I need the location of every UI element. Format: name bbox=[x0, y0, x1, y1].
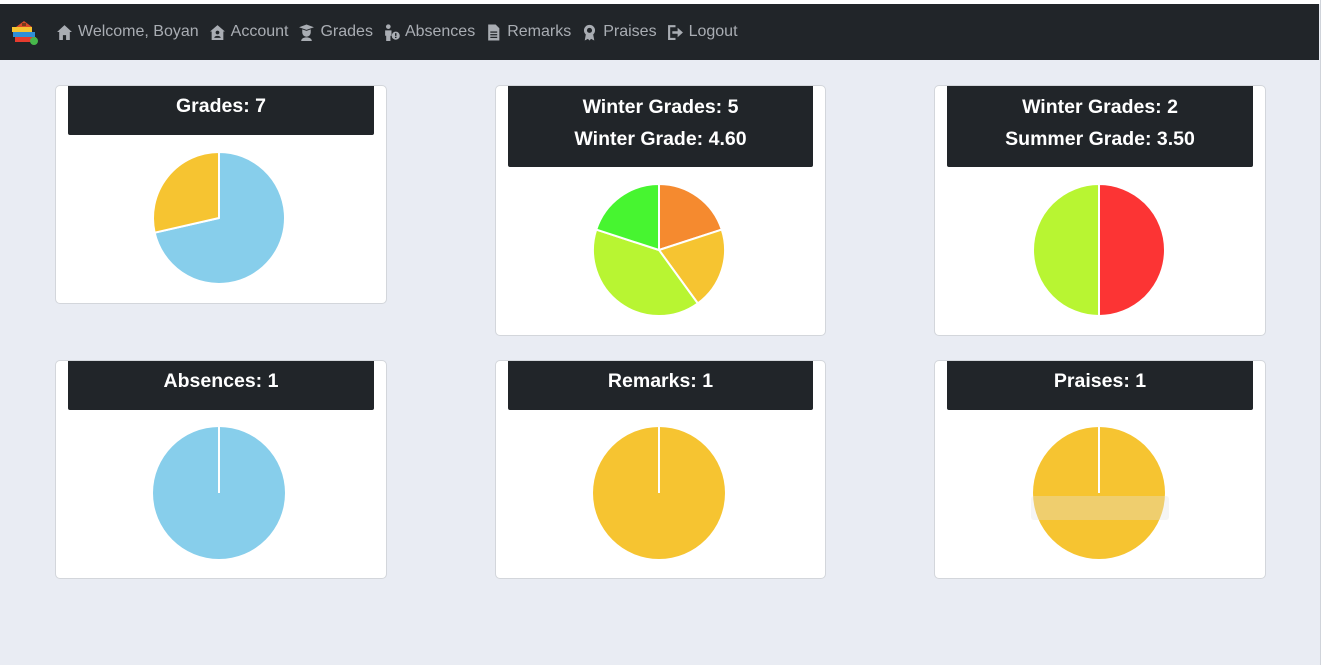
nav-welcome-label: Welcome, Boyan bbox=[78, 23, 199, 40]
pie-slice[interactable] bbox=[1098, 183, 1166, 317]
account-house-icon bbox=[209, 24, 225, 40]
pie-slice[interactable] bbox=[593, 427, 725, 559]
nav-praises[interactable]: Praises bbox=[581, 23, 657, 41]
window-scrollbar[interactable] bbox=[1320, 0, 1328, 665]
absences-count: Absences: 1 bbox=[163, 370, 279, 392]
school-books-logo-icon[interactable] bbox=[10, 17, 40, 47]
nav-welcome[interactable]: Welcome, Boyan bbox=[56, 23, 199, 41]
nav-praises-label: Praises bbox=[603, 23, 657, 40]
person-question-icon bbox=[385, 23, 400, 41]
chart-tooltip bbox=[1031, 496, 1169, 520]
summer-winter-grades-count: Winter Grades: 2 bbox=[1022, 96, 1178, 118]
nav-remarks-label: Remarks bbox=[507, 23, 572, 40]
remarks-count: Remarks: 1 bbox=[607, 370, 714, 392]
top-navbar: Welcome, Boyan Account Grades Absences R… bbox=[0, 4, 1319, 60]
grades-pie-chart[interactable] bbox=[151, 150, 287, 286]
nav-absences-label: Absences bbox=[404, 23, 476, 40]
grades-count: Grades: 7 bbox=[176, 95, 266, 117]
nav-grades[interactable]: Grades bbox=[298, 23, 373, 41]
winter-grades-count: Winter Grades: 5 bbox=[582, 96, 739, 118]
summer-grade-average: Summer Grade: 3.50 bbox=[1005, 128, 1195, 150]
grades-card-header: Grades: 7 bbox=[68, 86, 374, 135]
nav-remarks[interactable]: Remarks bbox=[485, 23, 571, 41]
nav-grades-label: Grades bbox=[320, 23, 373, 40]
award-icon bbox=[584, 24, 596, 40]
graduate-icon bbox=[299, 24, 315, 41]
nav-logout-label: Logout bbox=[688, 23, 738, 40]
nav-account-label: Account bbox=[230, 23, 289, 40]
praises-pie-chart[interactable] bbox=[1031, 425, 1167, 561]
nav-absences[interactable]: Absences bbox=[383, 23, 475, 41]
absences-card-header: Absences: 1 bbox=[68, 361, 374, 410]
pie-slice[interactable] bbox=[152, 151, 220, 234]
praises-card-header: Praises: 1 bbox=[947, 361, 1253, 410]
winter-grades-card-header: Winter Grades: 5 Winter Grade: 4.60 bbox=[508, 86, 813, 167]
document-icon bbox=[488, 24, 500, 40]
nav-logout[interactable]: Logout bbox=[667, 23, 738, 41]
summer-grades-pie-chart[interactable] bbox=[1031, 182, 1167, 318]
pie-slice[interactable] bbox=[1033, 427, 1165, 559]
remarks-pie-chart[interactable] bbox=[591, 425, 727, 561]
winter-grades-pie-chart[interactable] bbox=[591, 182, 727, 318]
home-icon bbox=[57, 24, 72, 40]
logout-icon bbox=[667, 24, 683, 40]
praises-count: Praises: 1 bbox=[1053, 370, 1147, 392]
absences-pie-chart[interactable] bbox=[151, 425, 287, 561]
nav-account[interactable]: Account bbox=[209, 23, 289, 41]
remarks-card-header: Remarks: 1 bbox=[508, 361, 813, 410]
pie-slice[interactable] bbox=[1032, 183, 1100, 317]
summer-grades-card-header: Winter Grades: 2 Summer Grade: 3.50 bbox=[947, 86, 1253, 167]
winter-grade-average: Winter Grade: 4.60 bbox=[574, 128, 747, 150]
pie-slice[interactable] bbox=[153, 427, 285, 559]
